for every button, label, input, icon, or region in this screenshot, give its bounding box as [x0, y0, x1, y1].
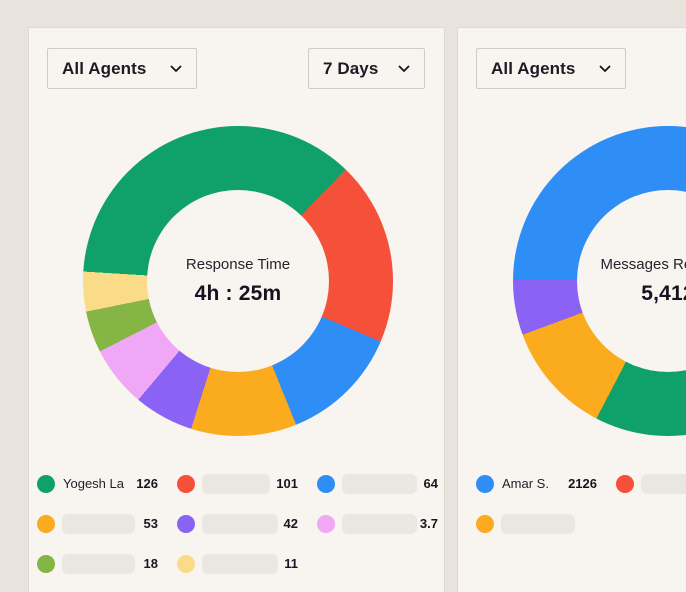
- messages-received-legend: Amar S. 2126 582: [476, 474, 686, 533]
- legend-dot: [177, 555, 195, 573]
- agent-filter-dropdown[interactable]: All Agents: [47, 48, 197, 89]
- donut-center: Messages Received 5,412: [577, 190, 686, 372]
- legend-item: Amar S. 2126: [476, 474, 597, 493]
- period-filter-dropdown[interactable]: 7 Days: [308, 48, 425, 89]
- legend-item: 53: [37, 514, 158, 533]
- legend-item: [616, 474, 686, 493]
- legend-dot: [476, 475, 494, 493]
- legend-name-placeholder: [342, 514, 417, 534]
- legend-item: 101: [177, 474, 298, 493]
- donut-center-label: Messages Received: [600, 256, 686, 273]
- legend-name-placeholder: [62, 554, 135, 574]
- dashboard: { "theme": { "page_bg": "#E8E3DC", "card…: [0, 0, 686, 592]
- messages-received-card: All Agents Messages Received 5,412 Amar …: [458, 28, 686, 592]
- agent-filter-label: All Agents: [62, 59, 146, 79]
- legend-name-placeholder: [342, 474, 417, 494]
- legend-item: [476, 514, 597, 533]
- legend-value: 126: [136, 476, 158, 491]
- chevron-down-icon: [599, 65, 611, 73]
- legend-dot: [37, 475, 55, 493]
- legend-item: 42: [177, 514, 298, 533]
- legend-value: 11: [284, 556, 298, 571]
- legend-item: 18: [37, 554, 158, 573]
- response-time-donut-chart[interactable]: Response Time 4h : 25m: [83, 126, 393, 436]
- legend-name-placeholder: [202, 474, 270, 494]
- legend-value: 53: [144, 516, 158, 531]
- chevron-down-icon: [398, 65, 410, 73]
- agent-filter-label: All Agents: [491, 59, 575, 79]
- legend-name: Yogesh La: [63, 476, 124, 491]
- legend-item: 64: [317, 474, 438, 493]
- legend-name-placeholder: [62, 514, 135, 534]
- legend-value: 64: [424, 476, 438, 491]
- legend-dot: [177, 475, 195, 493]
- legend-name-placeholder: [202, 554, 278, 574]
- legend-name-placeholder: [641, 474, 686, 494]
- legend-item: 11: [177, 554, 298, 573]
- donut-center-value: 4h : 25m: [195, 282, 282, 306]
- response-time-legend: Yogesh La 126 101 64 53 42 3.7: [37, 474, 438, 573]
- legend-dot: [37, 515, 55, 533]
- legend-dot: [616, 475, 634, 493]
- legend-name-placeholder: [202, 514, 278, 534]
- messages-received-donut-chart[interactable]: Messages Received 5,412: [513, 126, 686, 436]
- legend-value: 18: [144, 556, 158, 571]
- filter-row: All Agents: [476, 48, 686, 89]
- period-filter-label: 7 Days: [323, 59, 378, 79]
- legend-name-placeholder: [501, 514, 575, 534]
- legend-dot: [476, 515, 494, 533]
- donut-center-label: Response Time: [186, 256, 290, 273]
- legend-value: 2126: [568, 476, 597, 491]
- legend-name: Amar S.: [502, 476, 549, 491]
- legend-value: 101: [276, 476, 298, 491]
- response-time-card: All Agents 7 Days Response Time 4h : 25m…: [29, 28, 444, 592]
- filter-row: All Agents 7 Days: [47, 48, 425, 89]
- legend-dot: [317, 515, 335, 533]
- legend-dot: [37, 555, 55, 573]
- legend-value: 42: [284, 516, 298, 531]
- legend-value: 3.7: [420, 516, 438, 531]
- legend-item: Yogesh La 126: [37, 474, 158, 493]
- chevron-down-icon: [170, 65, 182, 73]
- legend-item: 3.7: [317, 514, 438, 533]
- donut-center-value: 5,412: [641, 282, 686, 306]
- agent-filter-dropdown[interactable]: All Agents: [476, 48, 626, 89]
- legend-dot: [177, 515, 195, 533]
- legend-dot: [317, 475, 335, 493]
- donut-center: Response Time 4h : 25m: [147, 190, 329, 372]
